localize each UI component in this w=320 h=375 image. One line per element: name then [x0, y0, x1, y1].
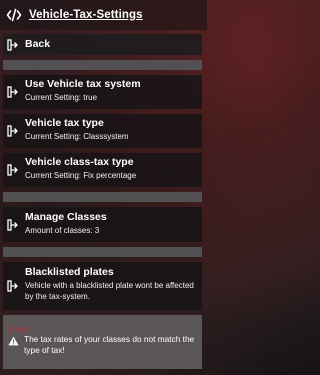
menu-item-label: Vehicle tax type	[25, 117, 104, 129]
menu-item-current-setting: Current Setting: Classsystem	[25, 132, 129, 141]
menu-header: Vehicle-Tax-Settings	[0, 0, 207, 30]
menu-title: Vehicle-Tax-Settings	[29, 9, 143, 21]
back-button[interactable]: Back	[3, 34, 202, 55]
enter-arrow-icon	[7, 38, 18, 51]
menu-item-manage-classes[interactable]: Manage Classes Amount of classes: 3	[3, 207, 202, 242]
enter-arrow-icon	[7, 125, 18, 137]
enter-arrow-icon	[7, 164, 18, 176]
menu-item-label: Vehicle class-tax type	[25, 156, 134, 168]
error-message: The tax rates of your classes do not mat…	[24, 334, 195, 355]
menu-item-vehicle-class-tax-type[interactable]: Vehicle class-tax type Current Setting: …	[3, 153, 202, 187]
menu-item-blacklisted-plates[interactable]: Blacklisted plates Vehicle with a blackl…	[3, 262, 202, 310]
menu-item-current-setting: Current Setting: true	[25, 93, 98, 102]
separator	[3, 247, 202, 257]
enter-arrow-icon	[7, 280, 18, 292]
menu-item-label: Manage Classes	[25, 211, 107, 223]
menu-item-description: Vehicle with a blacklisted plate wont be…	[25, 281, 194, 301]
menu-item-label: Use Vehicle tax system	[25, 78, 141, 90]
back-label: Back	[25, 38, 51, 50]
enter-arrow-icon	[7, 218, 18, 231]
separator	[3, 60, 202, 70]
warning-triangle-icon	[8, 336, 19, 346]
menu-item-class-count: Amount of classes: 3	[25, 226, 100, 235]
menu-item-use-vehicle-tax-system[interactable]: Use Vehicle tax system Current Setting: …	[3, 75, 202, 109]
separator	[3, 192, 202, 202]
menu-item-label: Blacklisted plates	[25, 266, 114, 278]
enter-arrow-icon	[7, 86, 18, 98]
vehicle-tax-settings-menu: Vehicle-Tax-Settings Back Use Vehicle ta…	[0, 0, 207, 375]
error-notification: Error! The tax rates of your classes do …	[3, 315, 202, 369]
code-icon	[6, 8, 22, 22]
menu-item-current-setting: Current Setting: Fix percentage	[25, 171, 137, 180]
menu-item-vehicle-tax-type[interactable]: Vehicle tax type Current Setting: Classs…	[3, 114, 202, 148]
error-title: Error!	[9, 324, 31, 334]
